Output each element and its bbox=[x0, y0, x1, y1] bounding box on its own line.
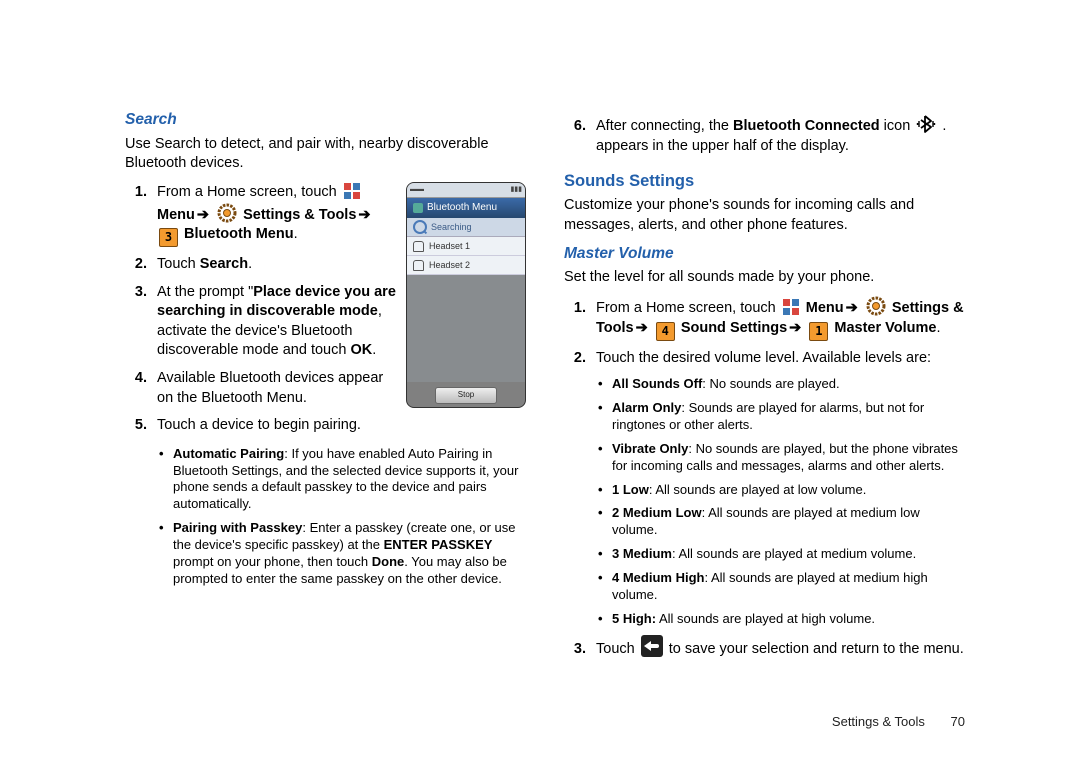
phone-device-row: Headset 1 bbox=[407, 237, 525, 256]
phone-statusbar: ▬▬▮▮▮ bbox=[407, 183, 525, 198]
bluetooth-icon bbox=[413, 203, 423, 213]
menu-icon bbox=[782, 298, 800, 316]
note-passkey: Pairing with Passkey: Enter a passkey (c… bbox=[173, 520, 526, 588]
phone-searching-row: Searching bbox=[407, 218, 525, 237]
key-1: 1 bbox=[809, 322, 828, 341]
level-item: 5 High: All sounds are played at high vo… bbox=[612, 611, 965, 628]
level-item: Vibrate Only: No sounds are played, but … bbox=[612, 441, 965, 475]
footer-section: Settings & Tools bbox=[832, 714, 925, 729]
left-column: Search Use Search to detect, and pair wi… bbox=[125, 110, 526, 731]
search-icon bbox=[413, 220, 427, 234]
mstep-3: Touch to save your selection and return … bbox=[590, 635, 965, 660]
stop-button: Stop bbox=[435, 387, 497, 404]
mstep-1: From a Home screen, touch Menu➔ Settings… bbox=[590, 296, 965, 341]
heading-master-volume: Master Volume bbox=[564, 244, 965, 265]
heading-sounds-settings: Sounds Settings bbox=[564, 170, 965, 192]
headset-icon bbox=[413, 260, 424, 271]
key-3: 3 bbox=[159, 228, 178, 247]
level-item: 4 Medium High: All sounds are played at … bbox=[612, 570, 965, 604]
phone-titlebar: Bluetooth Menu bbox=[407, 198, 525, 218]
search-intro: Use Search to detect, and pair with, nea… bbox=[125, 135, 526, 174]
phone-device-row: Headset 2 bbox=[407, 256, 525, 275]
back-icon bbox=[641, 635, 663, 657]
gear-icon bbox=[866, 296, 886, 316]
note-auto-pairing: Automatic Pairing: If you have enabled A… bbox=[173, 446, 526, 514]
level-item: All Sounds Off: No sounds are played. bbox=[612, 376, 965, 393]
bluetooth-connected-icon bbox=[916, 114, 936, 134]
gear-icon bbox=[217, 203, 237, 223]
phone-button-bar: Stop bbox=[407, 382, 525, 407]
search-steps-cont: After connecting, the Bluetooth Connecte… bbox=[564, 114, 965, 156]
right-column: After connecting, the Bluetooth Connecte… bbox=[564, 110, 965, 731]
heading-search: Search bbox=[125, 110, 526, 131]
master-steps-cont: Touch to save your selection and return … bbox=[564, 635, 965, 660]
phone-blank-area bbox=[407, 275, 525, 382]
pairing-notes: Automatic Pairing: If you have enabled A… bbox=[125, 446, 526, 588]
page-footer: Settings & Tools 70 bbox=[832, 713, 965, 731]
level-item: Alarm Only: Sounds are played for alarms… bbox=[612, 400, 965, 434]
volume-levels: All Sounds Off: No sounds are played. Al… bbox=[564, 376, 965, 628]
mstep-2: Touch the desired volume level. Availabl… bbox=[590, 349, 965, 369]
master-steps: From a Home screen, touch Menu➔ Settings… bbox=[564, 296, 965, 368]
phone-screenshot: ▬▬▮▮▮ Bluetooth Menu Searching Headset 1… bbox=[406, 182, 526, 408]
level-item: 3 Medium: All sounds are played at mediu… bbox=[612, 546, 965, 563]
manual-page: Search Use Search to detect, and pair wi… bbox=[0, 0, 1080, 771]
headset-icon bbox=[413, 241, 424, 252]
step-5: Touch a device to begin pairing. bbox=[151, 416, 526, 436]
menu-icon bbox=[343, 182, 361, 200]
key-4: 4 bbox=[656, 322, 675, 341]
page-number: 70 bbox=[951, 714, 965, 729]
sounds-intro: Customize your phone's sounds for incomi… bbox=[564, 196, 965, 235]
level-item: 2 Medium Low: All sounds are played at m… bbox=[612, 505, 965, 539]
master-intro: Set the level for all sounds made by you… bbox=[564, 268, 965, 288]
level-item: 1 Low: All sounds are played at low volu… bbox=[612, 482, 965, 499]
step-6: After connecting, the Bluetooth Connecte… bbox=[590, 114, 965, 156]
